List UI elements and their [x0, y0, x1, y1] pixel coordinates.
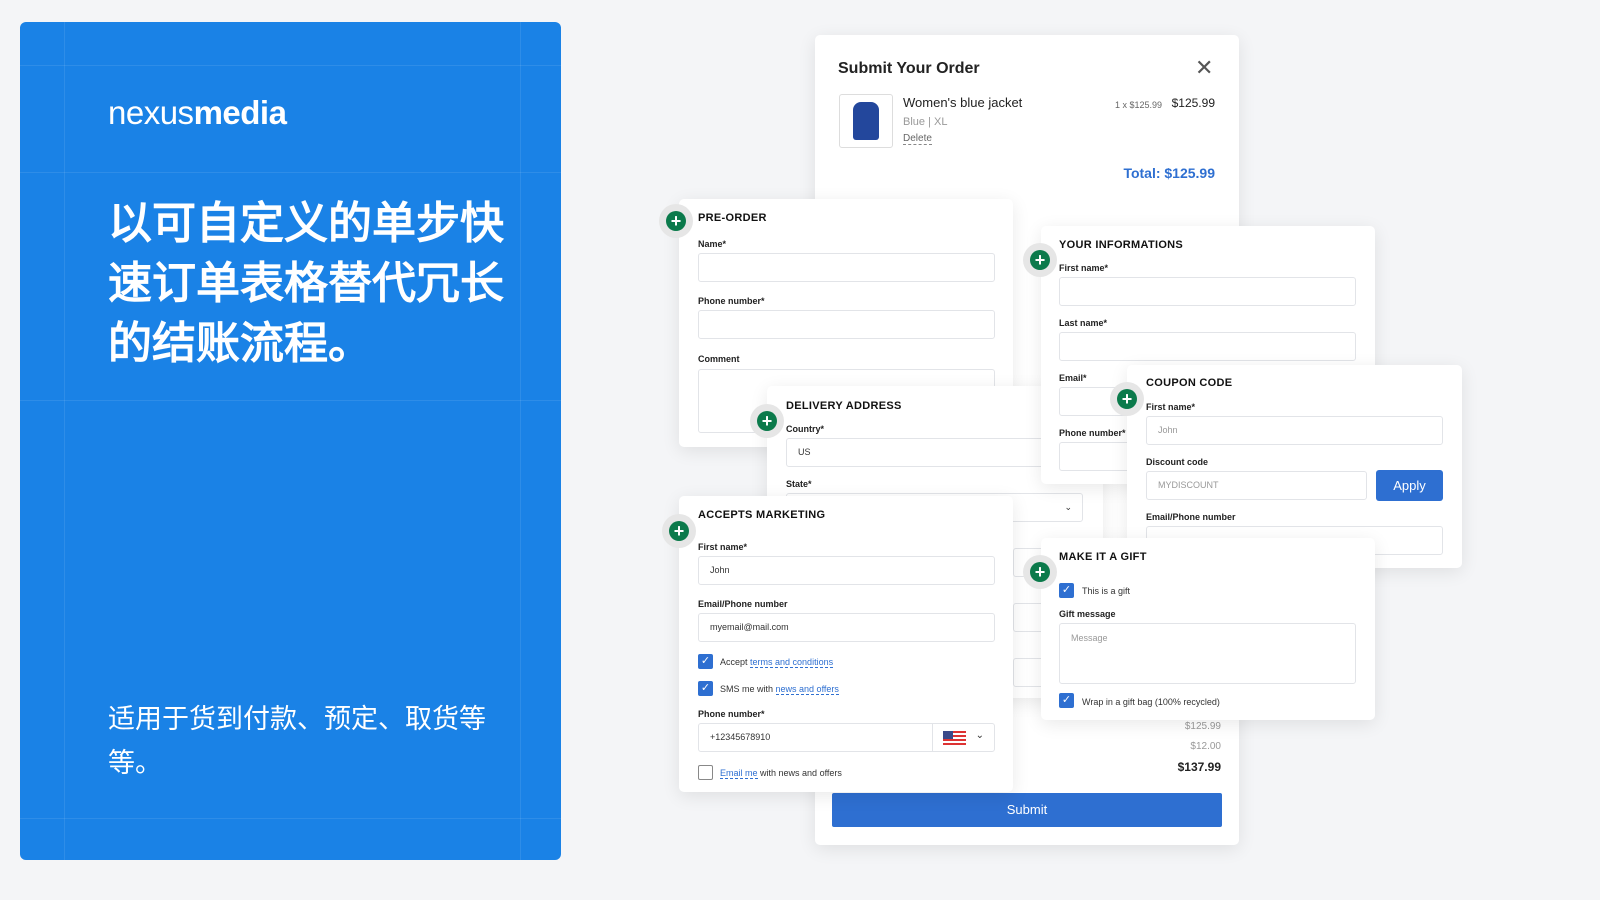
line-price: $125.99	[1171, 96, 1215, 110]
discount-label: Discount code	[1146, 457, 1209, 467]
subtitle: 适用于货到付款、预定、取货等等。	[108, 704, 486, 779]
phone-label: Phone number*	[698, 709, 765, 719]
apply-button[interactable]: Apply	[1376, 470, 1443, 501]
product-image	[839, 94, 893, 148]
first-name-input[interactable]: John	[698, 556, 995, 585]
terms-link[interactable]: terms and conditions	[750, 657, 834, 668]
submit-button[interactable]: Submit	[832, 793, 1222, 827]
news-link[interactable]: news and offers	[775, 684, 839, 695]
gift-title: MAKE IT A GIFT	[1059, 551, 1147, 563]
state-label: State*	[786, 479, 812, 489]
headline: 以可自定义的单步快速订单表格替代冗长的结账流程。	[108, 198, 504, 369]
order-title: Submit Your Order	[838, 60, 980, 77]
email-label: Email*	[1059, 373, 1087, 383]
product-variant: Blue | XL	[903, 116, 948, 128]
info-title: YOUR INFORMATIONS	[1059, 239, 1184, 251]
wrap-label: Wrap in a gift bag (100% recycled)	[1082, 697, 1220, 707]
subtotal: $125.99	[1184, 721, 1221, 732]
accept-checkbox[interactable]: ✓	[698, 654, 713, 669]
discount-input[interactable]: MYDISCOUNT	[1146, 471, 1367, 500]
chevron-down-icon: ⌄	[975, 730, 984, 741]
comment-label: Comment	[698, 354, 740, 364]
country-label: Country*	[786, 424, 824, 434]
shipping: $12.00	[1190, 741, 1221, 752]
chevron-down-icon: ⌄	[1064, 502, 1072, 512]
qty-price: 1 x $125.99	[1115, 100, 1163, 110]
add-info-icon[interactable]: +	[1023, 243, 1057, 277]
emailphone-input[interactable]: myemail@mail.com	[698, 613, 995, 642]
close-icon[interactable]: ✕	[1195, 55, 1213, 81]
gift-message-input[interactable]: Message	[1059, 623, 1356, 684]
product-name: Women's blue jacket	[903, 95, 1023, 110]
add-preorder-icon[interactable]: +	[659, 204, 693, 238]
marketing-card: ACCEPTS MARKETING First name* John Email…	[679, 496, 1013, 792]
first-name-label: First name*	[1059, 263, 1109, 273]
add-marketing-icon[interactable]: +	[662, 514, 696, 548]
delete-link[interactable]: Delete	[903, 133, 932, 145]
gift-message-label: Gift message	[1059, 609, 1116, 619]
country-input[interactable]: US	[786, 438, 1083, 467]
add-coupon-icon[interactable]: +	[1110, 382, 1144, 416]
email-me-checkbox[interactable]	[698, 765, 713, 780]
phone-label: Phone number*	[698, 296, 765, 306]
phone-input[interactable]: +12345678910 ⌄	[698, 723, 995, 752]
add-gift-icon[interactable]: +	[1023, 555, 1057, 589]
us-flag-icon	[943, 731, 966, 745]
first-name-label: First name*	[698, 542, 748, 552]
preorder-title: PRE-ORDER	[698, 212, 767, 224]
sms-checkbox[interactable]: ✓	[698, 681, 713, 696]
gift-card: MAKE IT A GIFT ✓ This is a gift Gift mes…	[1041, 538, 1375, 720]
coupon-title: COUPON CODE	[1146, 377, 1233, 389]
coupon-first-label: First name*	[1146, 402, 1196, 412]
grand-total: $137.99	[1177, 760, 1221, 774]
is-gift-checkbox[interactable]: ✓	[1059, 583, 1074, 598]
marketing-title: ACCEPTS MARKETING	[698, 509, 826, 521]
email-me-label: Email me with news and offers	[720, 768, 842, 779]
wrap-checkbox[interactable]: ✓	[1059, 693, 1074, 708]
email-me-link[interactable]: Email me	[720, 768, 758, 779]
delivery-title: DELIVERY ADDRESS	[786, 400, 902, 412]
logo: nexusmedia	[108, 94, 287, 131]
country-code-select[interactable]: ⌄	[932, 724, 994, 751]
coupon-first-input[interactable]: John	[1146, 416, 1443, 445]
phone-label: Phone number*	[1059, 428, 1126, 438]
hero-panel: nexusmedia 以可自定义的单步快速订单表格替代冗长的结账流程。 适用于货…	[20, 22, 561, 860]
phone-input[interactable]	[698, 310, 995, 339]
accept-label: Accept terms and conditions	[720, 657, 834, 668]
coupon-emailphone-label: Email/Phone number	[1146, 512, 1236, 522]
last-name-input[interactable]	[1059, 332, 1356, 361]
name-input[interactable]	[698, 253, 995, 282]
add-delivery-icon[interactable]: +	[750, 404, 784, 438]
order-total: Total: $125.99	[1123, 165, 1215, 181]
last-name-label: Last name*	[1059, 318, 1108, 328]
name-label: Name*	[698, 239, 727, 249]
emailphone-label: Email/Phone number	[698, 599, 788, 609]
sms-label: SMS me with news and offers	[720, 684, 839, 695]
is-gift-label: This is a gift	[1082, 586, 1131, 596]
first-name-input[interactable]	[1059, 277, 1356, 306]
